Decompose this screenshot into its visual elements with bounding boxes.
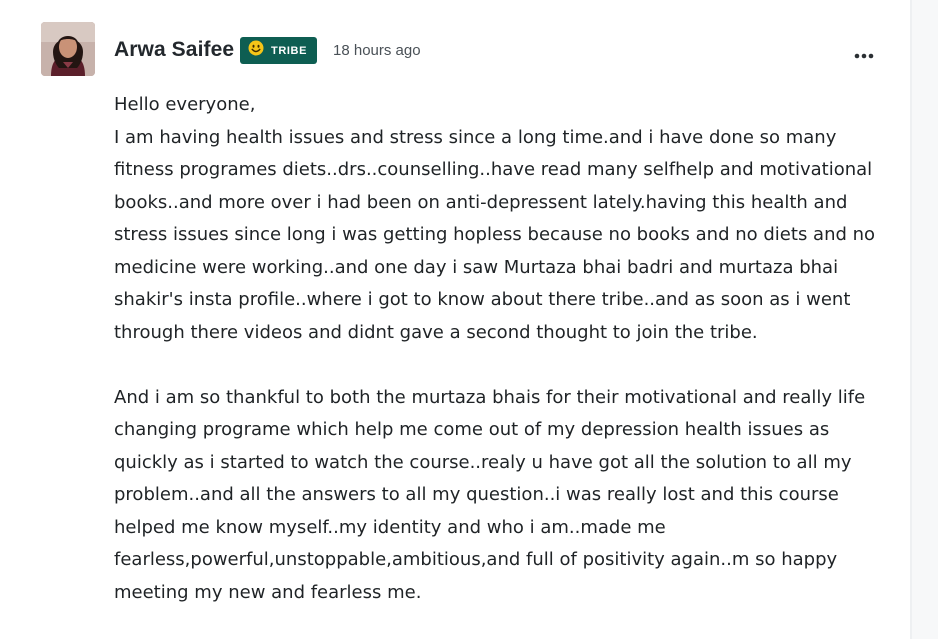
- post-body: Hello everyone, I am having health issue…: [114, 89, 894, 609]
- post-paragraph: And i am so thankful to both the murtaza…: [114, 386, 866, 603]
- avatar[interactable]: [41, 22, 95, 76]
- post-paragraph: Hello everyone, I am having health issue…: [114, 94, 876, 343]
- post-card: Arwa Saifee TRIBE 18 hours ago Hello eve…: [0, 0, 938, 639]
- more-options-button[interactable]: [850, 44, 878, 68]
- badge-label: TRIBE: [271, 44, 307, 57]
- tribe-badge: TRIBE: [240, 37, 317, 64]
- side-gutter: [912, 0, 938, 639]
- more-options-icon: [854, 53, 874, 59]
- post-timestamp[interactable]: 18 hours ago: [333, 42, 421, 59]
- user-avatar-photo-icon: [41, 22, 95, 76]
- author-name[interactable]: Arwa Saifee: [114, 38, 234, 62]
- smiley-face-icon: [248, 40, 264, 61]
